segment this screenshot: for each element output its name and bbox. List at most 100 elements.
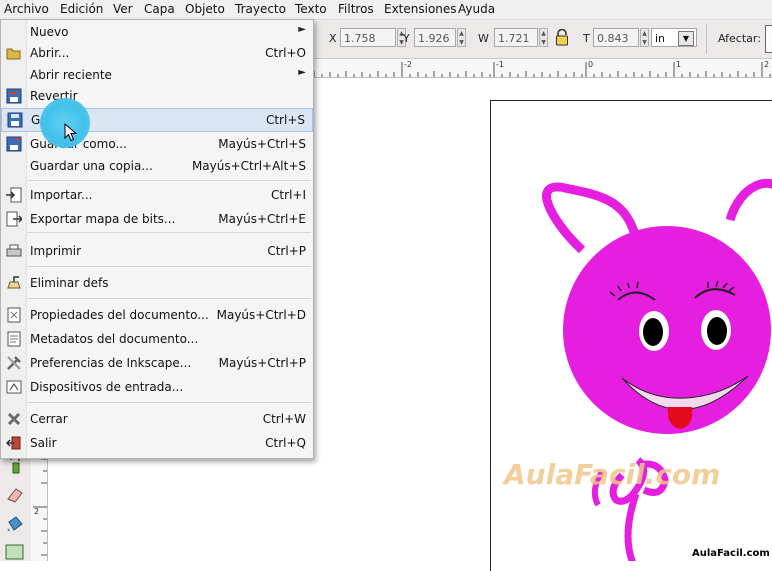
file-menu: Nuevo ► Abrir... Ctrl+O Abrir reciente ►… — [0, 19, 314, 459]
h-label: T — [583, 32, 590, 45]
ruler-label-1: 1 — [676, 60, 682, 69]
submenu-arrow-icon: ► — [298, 24, 306, 35]
menu-item-importar[interactable]: Importar... Ctrl+I — [1, 184, 313, 206]
chevron-down-icon[interactable]: ▼ — [678, 31, 694, 46]
lock-icon[interactable] — [555, 29, 569, 46]
quit-icon — [6, 436, 21, 450]
menu-item-imprimir[interactable]: Imprimir Ctrl+P — [1, 240, 313, 262]
menu-item-label: Abrir reciente — [30, 68, 112, 82]
menu-texto[interactable]: Texto — [295, 2, 327, 16]
menu-item-shortcut: Ctrl+I — [271, 188, 306, 202]
save-icon — [7, 112, 23, 128]
menu-item-dispositivos[interactable]: Dispositivos de entrada... — [1, 376, 313, 398]
menu-ver[interactable]: Ver — [113, 2, 133, 16]
w-field[interactable]: 1.721 — [494, 28, 538, 47]
input-devices-icon — [6, 380, 22, 394]
ruler-label-2: 2 — [764, 60, 770, 69]
menu-item-shortcut: Mayús+Ctrl+D — [216, 308, 306, 322]
menu-item-cerrar[interactable]: Cerrar Ctrl+W — [1, 408, 313, 430]
menu-item-label: Eliminar defs — [30, 276, 109, 290]
menu-item-shortcut: Ctrl+P — [267, 244, 306, 258]
menu-item-nuevo[interactable]: Nuevo ► — [1, 21, 313, 43]
x-label: X — [329, 32, 337, 45]
revert-icon — [6, 88, 22, 104]
menu-item-metadatos[interactable]: Metadatos del documento... — [1, 328, 313, 350]
menu-item-shortcut: Mayús+Ctrl+E — [218, 212, 306, 226]
toolbar-divider — [706, 24, 707, 54]
w-spinner[interactable]: ▲ ▼ — [539, 28, 548, 47]
menu-item-shortcut: Ctrl+S — [265, 113, 305, 127]
close-icon — [7, 412, 21, 426]
menu-separator — [27, 298, 311, 299]
menu-item-label: Imprimir — [30, 244, 82, 258]
menu-item-label: Metadatos del documento... — [30, 332, 199, 346]
export-icon — [6, 211, 22, 227]
submenu-arrow-icon: ► — [298, 67, 306, 78]
vruler-label-2: 2 — [34, 507, 40, 516]
eraser-tool-icon[interactable] — [5, 485, 25, 505]
document-properties-icon — [7, 307, 21, 323]
import-icon — [6, 187, 22, 203]
menu-item-preferencias[interactable]: Preferencias de Inkscape... Mayús+Ctrl+P — [1, 352, 313, 374]
menu-bar: Archivo Edición Ver Capa Objeto Trayecto… — [0, 0, 772, 20]
menu-item-propiedades[interactable]: Propiedades del documento... Mayús+Ctrl+… — [1, 304, 313, 326]
menu-item-label: Abrir... — [30, 46, 70, 60]
menu-separator — [27, 266, 311, 267]
menu-item-shortcut: Mayús+Ctrl+S — [218, 137, 306, 151]
ruler-label-minus-2: -2 — [404, 60, 412, 69]
affect-label: Afectar: — [718, 32, 761, 45]
menu-objeto[interactable]: Objeto — [185, 2, 225, 16]
menu-item-exportar[interactable]: Exportar mapa de bits... Mayús+Ctrl+E — [1, 208, 313, 230]
ruler-label-0: 0 — [588, 60, 594, 69]
menu-item-shortcut: Mayús+Ctrl+P — [218, 356, 306, 370]
menu-capa[interactable]: Capa — [144, 2, 175, 16]
metadata-icon — [7, 331, 21, 347]
paint-bucket-tool-icon[interactable] — [5, 514, 25, 534]
x-field[interactable]: 1.758 — [340, 28, 396, 47]
menu-trayecto[interactable]: Trayecto — [235, 2, 286, 16]
h-field[interactable]: 0.843 — [593, 28, 639, 47]
menu-item-shortcut: Mayús+Ctrl+Alt+S — [191, 159, 306, 173]
preferences-icon — [7, 356, 21, 370]
menu-edicion[interactable]: Edición — [60, 2, 103, 16]
affect-toggle-button[interactable] — [765, 25, 772, 53]
y-spinner[interactable]: ▲ ▼ — [457, 28, 466, 47]
menu-item-abrir-reciente[interactable]: Abrir reciente ► — [1, 64, 313, 86]
menu-item-label: Dispositivos de entrada... — [30, 380, 184, 394]
y-field[interactable]: 1.926 — [414, 28, 456, 47]
menu-item-label: Guardar una copia... — [30, 159, 153, 173]
bear-drawing[interactable] — [490, 160, 772, 561]
menu-archivo[interactable]: Archivo — [4, 2, 49, 16]
menu-item-label: Propiedades del documento... — [30, 308, 209, 322]
vacuum-defs-icon — [7, 276, 21, 289]
save-as-icon — [6, 136, 22, 152]
brand-label: AulaFacil.com — [692, 548, 770, 559]
horizontal-ruler: -2 -1 0 1 2 — [312, 59, 772, 78]
menu-item-salir[interactable]: Salir Ctrl+Q — [1, 432, 313, 454]
menu-ayuda[interactable]: Ayuda — [458, 2, 495, 16]
menu-item-label: Salir — [30, 436, 57, 450]
menu-item-guardar-copia[interactable]: Guardar una copia... Mayús+Ctrl+Alt+S — [1, 155, 313, 177]
ruler-ticks — [313, 62, 771, 77]
menu-separator — [27, 232, 311, 233]
menu-item-eliminar-defs[interactable]: Eliminar defs — [1, 272, 313, 294]
menu-item-shortcut: Ctrl+O — [265, 46, 306, 60]
print-icon — [6, 244, 22, 257]
watermark-text: AulaFacil.com — [504, 458, 721, 491]
menu-item-label: Importar... — [30, 188, 93, 202]
menu-item-shortcut: Ctrl+W — [262, 412, 306, 426]
h-spinner[interactable]: ▲ ▼ — [640, 28, 649, 47]
menu-filtros[interactable]: Filtros — [338, 2, 374, 16]
menu-item-abrir[interactable]: Abrir... Ctrl+O — [1, 42, 313, 64]
menu-item-shortcut: Ctrl+Q — [265, 436, 306, 450]
w-label: W — [478, 32, 489, 45]
menu-item-label: Exportar mapa de bits... — [30, 212, 176, 226]
gradient-tool-icon[interactable] — [5, 543, 25, 561]
menu-item-label: Cerrar — [30, 412, 68, 426]
menu-extensiones[interactable]: Extensiones — [384, 2, 457, 16]
menu-separator — [27, 402, 311, 403]
ruler-label-minus-1: -1 — [496, 60, 504, 69]
unit-value: in — [655, 32, 666, 45]
folder-open-icon — [6, 48, 21, 60]
unit-select[interactable]: in ▼ — [651, 28, 697, 47]
